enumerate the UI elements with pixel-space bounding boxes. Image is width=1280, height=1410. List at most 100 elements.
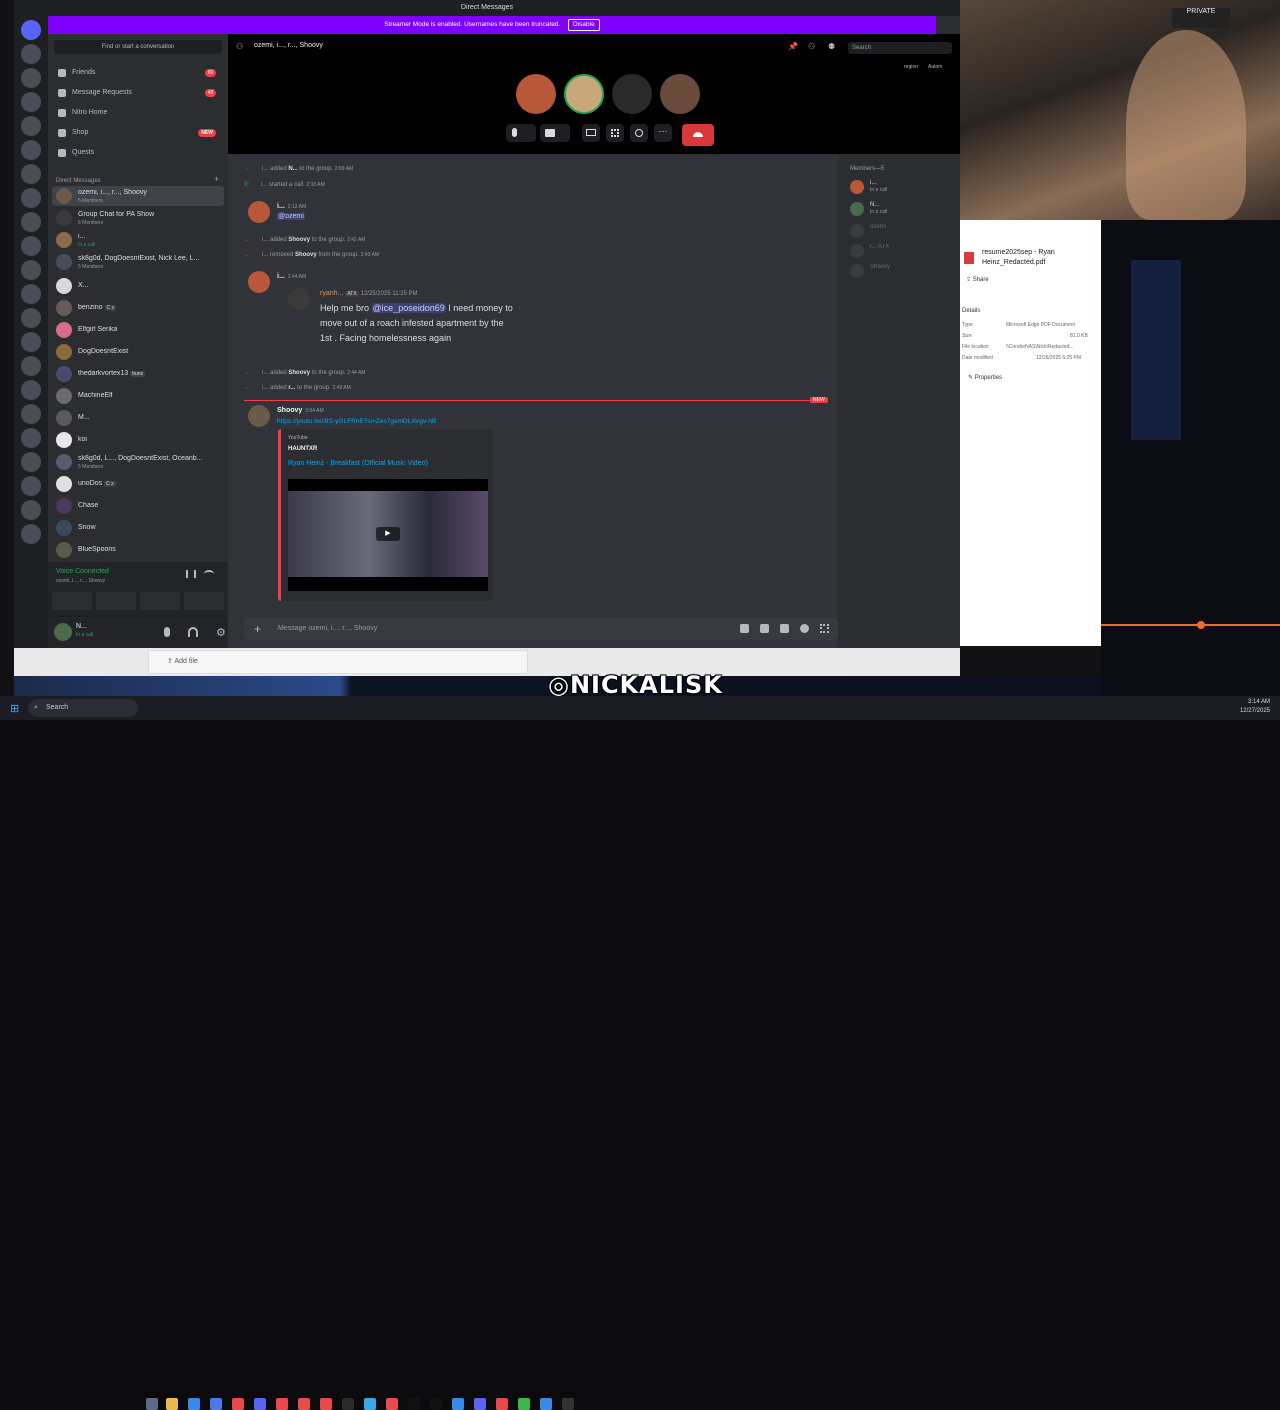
avatar[interactable] bbox=[248, 201, 270, 223]
taskbar-search[interactable]: ⌕ Search bbox=[28, 699, 138, 717]
region-label[interactable]: region bbox=[904, 64, 918, 70]
file-explorer-icon[interactable] bbox=[166, 1398, 178, 1410]
obs-icon[interactable] bbox=[408, 1398, 420, 1410]
soundboard-button[interactable] bbox=[630, 124, 648, 142]
app-icon[interactable] bbox=[210, 1398, 222, 1410]
add-attachment-icon[interactable]: + bbox=[254, 618, 261, 640]
pin-icon[interactable]: 📌 bbox=[788, 42, 798, 51]
create-dm-plus-icon[interactable]: + bbox=[214, 174, 219, 184]
call-participant-avatar[interactable] bbox=[612, 74, 652, 114]
dm-item[interactable]: thedarkvortex13 bunz bbox=[52, 364, 224, 384]
server-icon[interactable] bbox=[21, 116, 41, 136]
server-icon[interactable] bbox=[21, 236, 41, 256]
nav-friends[interactable]: Friends 60 bbox=[54, 64, 222, 82]
app-icon[interactable] bbox=[276, 1398, 288, 1410]
server-icon[interactable] bbox=[21, 356, 41, 376]
nav-shop[interactable]: Shop NEW bbox=[54, 124, 222, 142]
video-off-button[interactable] bbox=[52, 592, 92, 610]
sticker-icon[interactable] bbox=[780, 624, 789, 633]
progress-bar[interactable] bbox=[1101, 624, 1280, 626]
screen-share-button[interactable] bbox=[582, 124, 600, 142]
sound-bars-icon[interactable] bbox=[186, 570, 196, 578]
server-icon[interactable] bbox=[21, 140, 41, 160]
server-icon[interactable] bbox=[21, 188, 41, 208]
mention[interactable]: @ozemi bbox=[277, 213, 305, 220]
nav-message-requests[interactable]: Message Requests 48 bbox=[54, 84, 222, 102]
server-icon[interactable] bbox=[21, 380, 41, 400]
media-play-icon[interactable] bbox=[562, 1398, 574, 1410]
server-icon[interactable] bbox=[21, 284, 41, 304]
camera-button[interactable] bbox=[540, 124, 570, 142]
app-icon[interactable] bbox=[254, 1398, 266, 1410]
disconnect-button[interactable] bbox=[682, 124, 714, 146]
clock-time[interactable]: 3:14 AM bbox=[1218, 699, 1270, 705]
disable-streamer-button[interactable]: Disable bbox=[568, 19, 600, 31]
server-icon[interactable] bbox=[21, 308, 41, 328]
app-icon[interactable] bbox=[540, 1398, 552, 1410]
video-thumbnail[interactable]: ▶ bbox=[288, 479, 488, 591]
dm-item[interactable]: X... bbox=[52, 276, 224, 296]
nav-nitro-home[interactable]: Nitro Home bbox=[54, 104, 222, 122]
disconnect-icon[interactable] bbox=[204, 570, 214, 578]
avatar[interactable] bbox=[248, 271, 270, 293]
dm-item[interactable]: sk8g0d, DogDoesntExist, Nick Lee, L... 5 … bbox=[52, 252, 224, 272]
dm-item[interactable]: MachineElf bbox=[52, 386, 224, 406]
embed-author[interactable]: HAUNTXR bbox=[288, 446, 317, 452]
dm-item[interactable]: DogDoesntExist bbox=[52, 342, 224, 362]
app-icon[interactable] bbox=[518, 1398, 530, 1410]
soundboard-button[interactable] bbox=[184, 592, 224, 610]
dm-item[interactable]: i... In a call bbox=[52, 230, 224, 250]
microphone-icon[interactable] bbox=[164, 627, 170, 637]
app-icon[interactable] bbox=[452, 1398, 464, 1410]
avatar[interactable] bbox=[54, 623, 72, 641]
discord-icon[interactable] bbox=[474, 1398, 486, 1410]
activities-button[interactable] bbox=[606, 124, 624, 142]
search-input[interactable]: Search bbox=[848, 42, 952, 54]
dm-item[interactable]: Group Chat for PA Show 6 Members bbox=[52, 208, 224, 228]
task-view-icon[interactable] bbox=[146, 1398, 158, 1410]
embed-title[interactable]: Ryan Heinz - Breakfast (Official Music V… bbox=[288, 460, 428, 467]
app-icon[interactable] bbox=[298, 1398, 310, 1410]
app-icon[interactable] bbox=[430, 1398, 442, 1410]
avatar[interactable] bbox=[248, 405, 270, 427]
mute-button[interactable] bbox=[506, 124, 536, 142]
server-icon[interactable] bbox=[21, 260, 41, 280]
progress-handle[interactable] bbox=[1197, 621, 1205, 629]
server-icon[interactable] bbox=[21, 92, 41, 112]
message-input[interactable]: + Message ozemi, i..., r..., Shoovy bbox=[244, 618, 838, 640]
find-conversation-input[interactable]: Find or start a conversation bbox=[54, 40, 222, 54]
call-participant-avatar[interactable] bbox=[564, 74, 604, 114]
dm-item[interactable]: Elfgirl Serika bbox=[52, 320, 224, 340]
windows-start-icon[interactable]: ⊞ bbox=[10, 702, 19, 715]
server-icon[interactable] bbox=[21, 212, 41, 232]
add-file-button[interactable]: ⇪ Add file bbox=[167, 657, 198, 665]
headphones-icon[interactable] bbox=[188, 627, 198, 637]
call-participant-avatar[interactable] bbox=[660, 74, 700, 114]
auto-label[interactable]: Autom bbox=[928, 64, 942, 70]
dm-item[interactable]: unoDos C x bbox=[52, 474, 224, 494]
clock-date[interactable]: 12/27/2025 bbox=[1218, 708, 1270, 714]
message-link[interactable]: https://youtu.be/3tS-yGLFRhE?si=Zes7gemD… bbox=[277, 418, 436, 425]
activities-button[interactable] bbox=[140, 592, 180, 610]
dm-item[interactable]: Chase bbox=[52, 496, 224, 516]
server-icon[interactable] bbox=[21, 404, 41, 424]
dm-item[interactable]: ozemi, i..., r..., Shoovy 5 Members bbox=[52, 186, 224, 206]
dm-item[interactable]: sk8g0d, L..., DogDoesntExist, Oceanb... 5… bbox=[52, 452, 224, 472]
members-icon[interactable]: ⚉ bbox=[828, 42, 835, 51]
gif-icon[interactable] bbox=[760, 624, 769, 633]
dm-item[interactable]: M... bbox=[52, 408, 224, 428]
properties-button[interactable]: ✎ Properties bbox=[968, 374, 1002, 381]
server-icon[interactable] bbox=[21, 164, 41, 184]
nav-quests[interactable]: Quests bbox=[54, 144, 222, 162]
dm-item[interactable]: benzino C x bbox=[52, 298, 224, 318]
discord-home-icon[interactable] bbox=[21, 20, 41, 40]
edge-icon[interactable] bbox=[188, 1398, 200, 1410]
dm-item[interactable]: koi bbox=[52, 430, 224, 450]
quoted-screenshot[interactable]: ryanh... ATX 12/25/2025 11:25 PM Help me… bbox=[276, 282, 536, 348]
server-icon[interactable] bbox=[21, 476, 41, 496]
gift-icon[interactable] bbox=[740, 624, 749, 633]
app-icon[interactable] bbox=[364, 1398, 376, 1410]
server-icon[interactable] bbox=[21, 452, 41, 472]
server-icon[interactable] bbox=[21, 44, 41, 64]
screen-share-button[interactable] bbox=[96, 592, 136, 610]
